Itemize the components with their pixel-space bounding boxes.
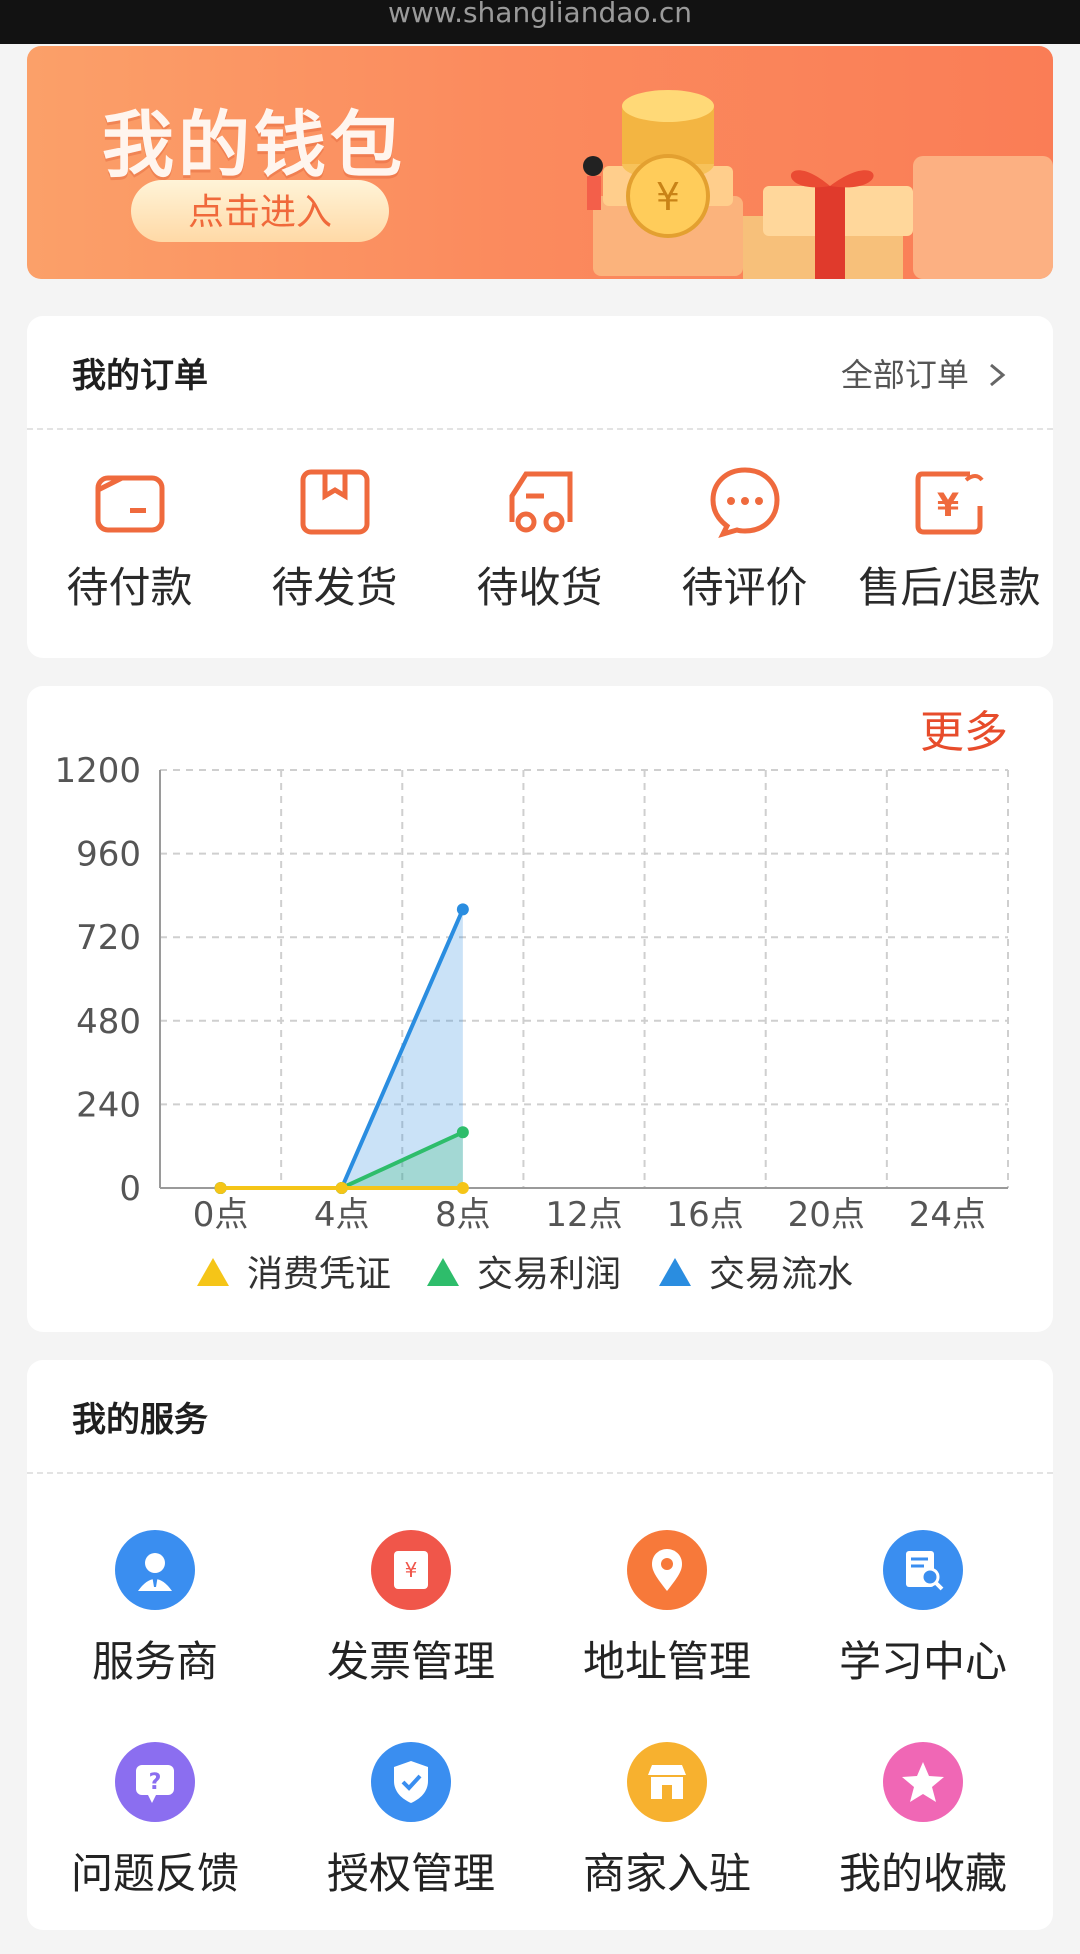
service-merchant-join[interactable]: 商家入驻 <box>539 1742 795 1954</box>
wallet-title: 我的钱包 <box>102 103 407 187</box>
document-search-icon <box>883 1530 963 1610</box>
services-header: 我的服务 <box>27 1360 1053 1474</box>
url-text: www.shangliandao.cn <box>387 0 693 29</box>
svg-text:¥: ¥ <box>405 1558 418 1582</box>
order-after-sales[interactable]: ¥ 售后/退款 <box>847 466 1052 615</box>
orders-card: 我的订单 全部订单 待付款 待发货 待收货 待评价 ¥ 售后/退款 <box>27 316 1053 658</box>
y-tick-label: 1200 <box>54 751 141 791</box>
orders-title: 我的订单 <box>72 356 208 396</box>
data-point <box>456 903 469 916</box>
box-icon <box>300 469 369 535</box>
order-pending-review[interactable]: 待评价 <box>642 466 847 615</box>
service-authorization[interactable]: 授权管理 <box>283 1742 539 1954</box>
service-feedback[interactable]: ? 问题反馈 <box>27 1742 283 1954</box>
truck-icon <box>509 471 572 533</box>
service-favorites[interactable]: 我的收藏 <box>795 1742 1051 1954</box>
all-orders-link[interactable]: 全部订单 <box>841 350 1007 396</box>
store-icon <box>627 1742 707 1822</box>
wallet-icon <box>95 475 164 533</box>
order-label: 待发货 <box>271 563 398 612</box>
question-icon: ? <box>115 1742 195 1822</box>
location-icon <box>627 1530 707 1610</box>
invoice-icon: ¥ <box>371 1530 451 1610</box>
service-invoice[interactable]: ¥ 发票管理 <box>283 1530 539 1742</box>
x-tick-label: 4点 <box>314 1195 370 1235</box>
order-label: 待收货 <box>476 563 603 612</box>
legend-label: 交易利润 <box>477 1254 621 1295</box>
stats-line-chart: 1200 960 720 480 240 0 0点 4点 8点 12点 16点 20点 24点消费凭证 交… <box>54 751 1009 1295</box>
services-card: 我的服务 服务商 ¥ 发票管理 地址管理 学习中心 ? 问题反馈 授权管理 商家… <box>27 1360 1053 1930</box>
orders-header: 我的订单 全部订单 <box>27 316 1053 430</box>
data-point <box>214 1182 227 1194</box>
data-point <box>456 1126 469 1139</box>
order-pending-payment[interactable]: 待付款 <box>27 466 232 615</box>
service-label: 发票管理 <box>326 1637 495 1686</box>
legend-marker <box>659 1258 691 1286</box>
x-tick-label: 12点 <box>545 1195 622 1235</box>
service-label: 服务商 <box>91 1637 218 1686</box>
order-label: 待付款 <box>66 563 193 612</box>
service-label: 地址管理 <box>582 1637 751 1686</box>
y-tick-label: 0 <box>119 1169 141 1209</box>
services-title: 我的服务 <box>72 1400 208 1440</box>
x-tick-label: 20点 <box>788 1195 865 1235</box>
data-point <box>335 1182 348 1194</box>
data-point <box>456 1182 469 1194</box>
order-label: 待评价 <box>681 563 808 612</box>
svg-text:?: ? <box>149 1770 162 1795</box>
order-pending-receipt[interactable]: 待收货 <box>437 466 642 615</box>
series-area <box>220 909 463 1188</box>
legend-marker <box>197 1258 229 1286</box>
x-tick-label: 16点 <box>667 1195 744 1235</box>
svg-text:¥: ¥ <box>936 486 958 524</box>
legend-marker <box>427 1258 459 1286</box>
chat-icon <box>709 467 780 538</box>
person-icon <box>115 1530 195 1610</box>
service-label: 商家入驻 <box>582 1849 751 1898</box>
x-tick-label: 24点 <box>909 1195 986 1235</box>
refund-icon: ¥ <box>915 471 984 535</box>
all-orders-label: 全部订单 <box>840 356 969 394</box>
stats-chart-card: 更多 1200 960 720 480 240 0 0点 4点 8点 12点 16点 20点 24点消费… <box>27 686 1053 1332</box>
service-label: 问题反馈 <box>70 1849 239 1898</box>
y-tick-label: 480 <box>76 1002 141 1042</box>
svg-text:¥: ¥ <box>656 175 680 219</box>
y-tick-label: 240 <box>76 1085 141 1125</box>
service-provider[interactable]: 服务商 <box>27 1530 283 1742</box>
star-icon <box>883 1742 963 1822</box>
chevron-right-icon <box>990 363 1006 387</box>
y-tick-label: 720 <box>76 918 141 958</box>
legend-label: 交易流水 <box>709 1254 853 1295</box>
wallet-enter-button[interactable]: 点击进入 <box>131 180 389 242</box>
shield-check-icon <box>371 1742 451 1822</box>
service-learning[interactable]: 学习中心 <box>795 1530 1051 1742</box>
gift-coins-illustration: ¥ <box>583 90 1053 279</box>
order-pending-shipment[interactable]: 待发货 <box>232 466 437 615</box>
order-label: 售后/退款 <box>858 563 1041 612</box>
more-link[interactable]: 更多 <box>920 696 1008 760</box>
x-tick-label: 0点 <box>193 1195 249 1235</box>
service-label: 学习中心 <box>838 1637 1007 1686</box>
service-label: 我的收藏 <box>838 1849 1007 1898</box>
legend-label: 消费凭证 <box>247 1254 391 1295</box>
y-tick-label: 960 <box>76 835 141 875</box>
browser-url-bar: www.shangliandao.cn <box>0 0 1080 44</box>
wallet-banner[interactable]: 我的钱包 点击进入 ¥ <box>27 46 1053 279</box>
x-tick-label: 8点 <box>435 1195 491 1235</box>
service-address[interactable]: 地址管理 <box>539 1530 795 1742</box>
service-label: 授权管理 <box>326 1849 495 1898</box>
